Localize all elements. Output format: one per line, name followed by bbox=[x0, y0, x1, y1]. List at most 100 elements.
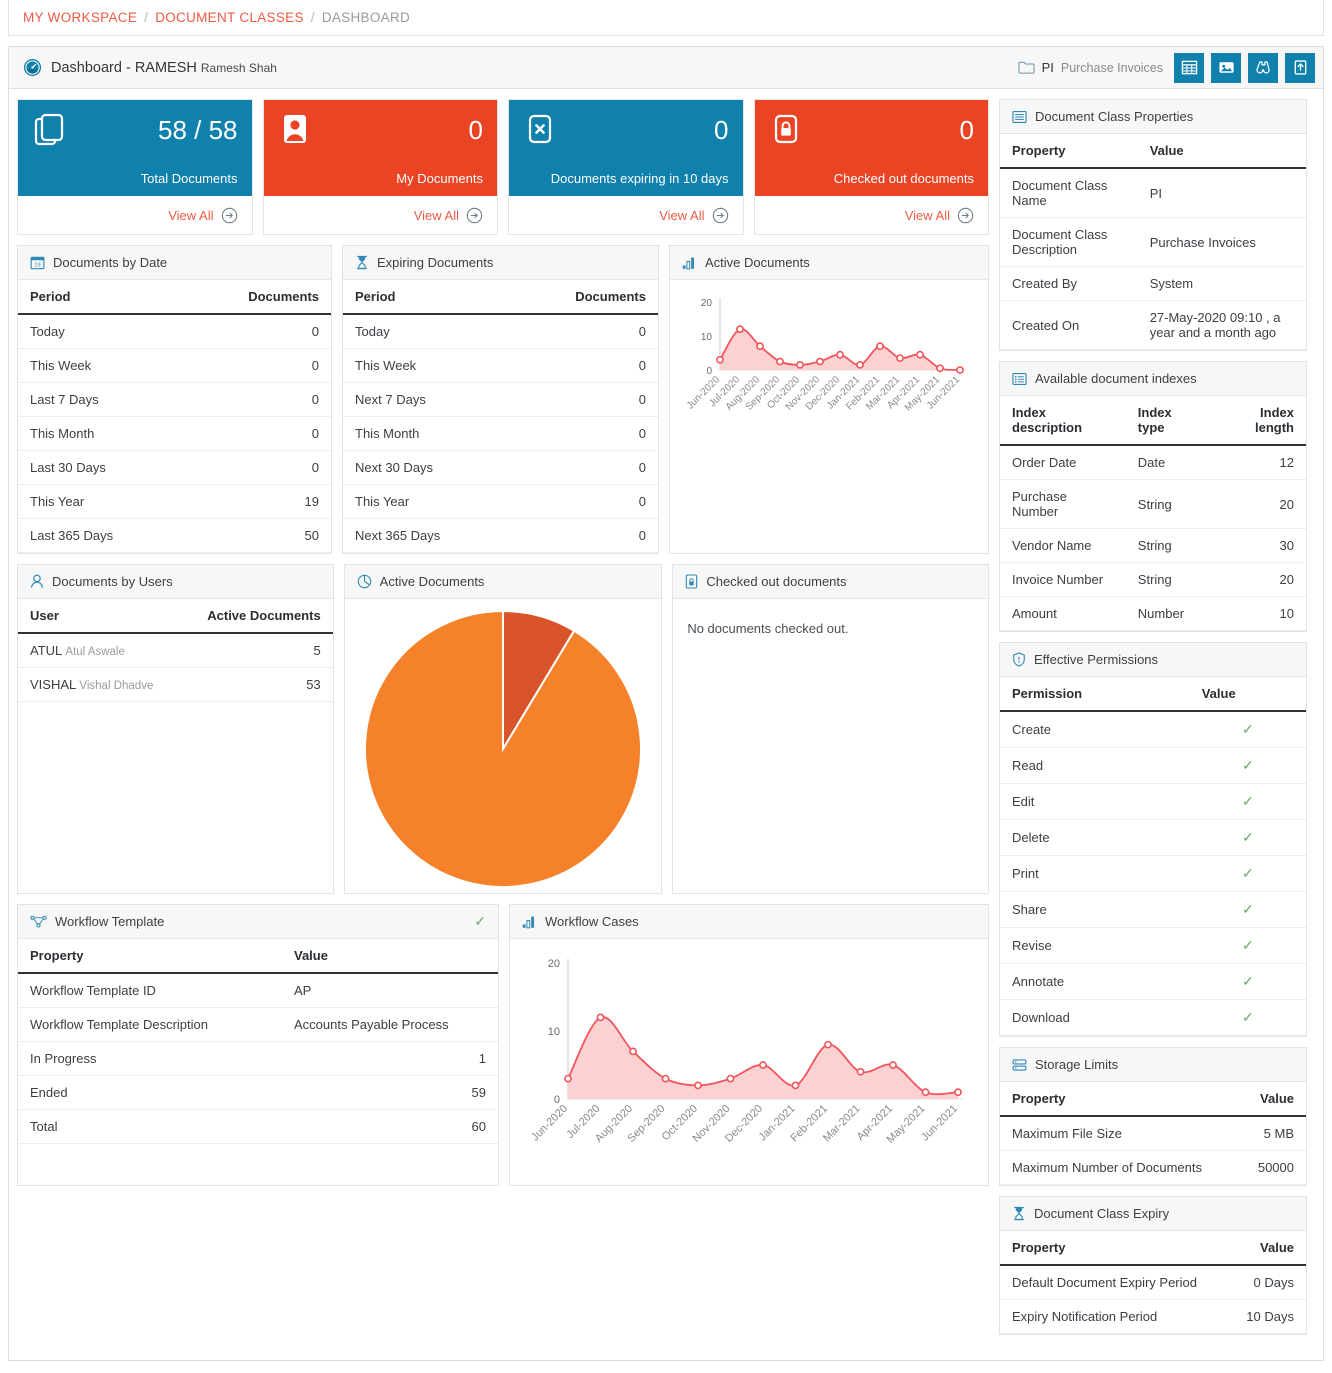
view-all-label: View All bbox=[168, 207, 214, 223]
table-row: Next 30 Days 0 bbox=[343, 450, 658, 485]
arrow-right-icon bbox=[712, 207, 729, 224]
breadcrumb-separator-1: / bbox=[144, 10, 149, 25]
card-title: Document Class Properties bbox=[1035, 109, 1194, 124]
value-cell: Purchase Invoices bbox=[1137, 217, 1306, 267]
view-all-expiring-documents[interactable]: View All bbox=[509, 196, 743, 234]
breadcrumb-my-workspace[interactable]: MY WORKSPACE bbox=[23, 10, 137, 25]
index-type-cell: String bbox=[1125, 562, 1212, 597]
table-row: This Month 0 bbox=[343, 416, 658, 451]
column-header-property: Property bbox=[18, 939, 282, 974]
property-cell: Expiry Notification Period bbox=[1000, 1299, 1228, 1334]
permission-granted: ✓ bbox=[1189, 711, 1306, 748]
table-row: Create ✓ bbox=[1000, 711, 1306, 748]
period-cell: Last 30 Days bbox=[18, 450, 185, 485]
card-active-documents-pie: Active Documents bbox=[343, 564, 663, 894]
table-row: Delete ✓ bbox=[1000, 819, 1306, 856]
count-cell: 0 bbox=[511, 450, 658, 485]
table-row: Document Class Name PI bbox=[1000, 168, 1306, 218]
dashboard-panel-header: Dashboard - RAMESH Ramesh Shah PI Purcha… bbox=[9, 47, 1323, 89]
card-effective-permissions: Effective Permissions Permission Value C… bbox=[999, 642, 1307, 1037]
card-title: Documents by Users bbox=[52, 574, 173, 589]
table-row: Last 7 Days 0 bbox=[18, 382, 332, 417]
count-cell: 0 bbox=[511, 314, 658, 349]
user-count: 53 bbox=[180, 667, 333, 702]
folder-code: PI bbox=[1041, 60, 1054, 75]
view-all-label: View All bbox=[904, 207, 950, 223]
property-cell: Default Document Expiry Period bbox=[1000, 1265, 1228, 1300]
view-all-my-documents[interactable]: View All bbox=[264, 196, 498, 234]
table-row: Document Class Description Purchase Invoi… bbox=[1000, 217, 1306, 267]
svg-text:Jun-2021: Jun-2021 bbox=[919, 1103, 960, 1144]
breadcrumb-document-classes[interactable]: DOCUMENT CLASSES bbox=[155, 10, 304, 25]
dashboard-side-column: Document Class Properties Property Value… bbox=[999, 99, 1307, 1345]
column-header-index-description: Index description bbox=[1000, 396, 1126, 446]
breadcrumb-dashboard: DASHBOARD bbox=[321, 10, 411, 25]
view-all-label: View All bbox=[659, 207, 705, 223]
binoculars-icon bbox=[1255, 59, 1272, 76]
count-cell: 50 bbox=[184, 518, 332, 553]
checked-out-empty-message: No documents checked out. bbox=[687, 621, 849, 636]
index-length-cell: 30 bbox=[1211, 528, 1306, 563]
index-length-cell: 20 bbox=[1211, 479, 1306, 529]
search-button[interactable] bbox=[1248, 52, 1278, 83]
index-type-cell: Number bbox=[1125, 596, 1212, 631]
period-cell: Next 7 Days bbox=[343, 382, 512, 417]
value-cell: 60 bbox=[282, 1109, 498, 1144]
check-icon: ✓ bbox=[1241, 829, 1254, 845]
property-cell: Maximum File Size bbox=[1000, 1116, 1239, 1151]
active-documents-pie-chart bbox=[345, 599, 662, 899]
period-cell: This Year bbox=[343, 484, 512, 519]
kpi-label: My Documents bbox=[396, 171, 483, 186]
check-icon: ✓ bbox=[1241, 757, 1254, 773]
period-cell: Last 7 Days bbox=[18, 382, 185, 417]
card-active-documents-line-chart: Active Documents 0 10 20 Jun-2020 Jul-2020 Au… bbox=[669, 245, 989, 554]
column-header-value: Value bbox=[1137, 134, 1306, 169]
upload-button[interactable] bbox=[1285, 52, 1315, 83]
card-documents-by-users: Documents by Users User Active Documents… bbox=[17, 564, 334, 894]
view-all-label: View All bbox=[413, 207, 459, 223]
value-cell: 0 Days bbox=[1227, 1265, 1306, 1300]
upload-icon bbox=[1292, 59, 1309, 76]
table-row: Print ✓ bbox=[1000, 855, 1306, 892]
permission-name: Edit bbox=[1000, 783, 1190, 820]
card-expiring-documents: Expiring Documents Period Documents Toda… bbox=[342, 245, 659, 554]
expiring-documents-table: Period Documents Today 0 This Week 0 Next … bbox=[343, 280, 658, 553]
card-title: Expiring Documents bbox=[377, 255, 494, 270]
svg-text:19: 19 bbox=[34, 263, 40, 269]
image-view-button[interactable] bbox=[1211, 52, 1241, 83]
table-row: Created By System bbox=[1000, 266, 1306, 301]
property-cell: Workflow Template ID bbox=[18, 973, 282, 1008]
grid-view-button[interactable] bbox=[1174, 52, 1204, 83]
table-row: Expiry Notification Period 10 Days bbox=[1000, 1299, 1306, 1334]
count-cell: 0 bbox=[184, 348, 332, 383]
card-available-document-indexes: Available document indexes Index descrip… bbox=[999, 361, 1307, 632]
kpi-value: 0 bbox=[468, 114, 483, 145]
value-cell: PI bbox=[1137, 168, 1306, 218]
table-row: This Week 0 bbox=[18, 348, 332, 383]
period-cell: Today bbox=[18, 314, 185, 349]
table-row: Total 60 bbox=[18, 1109, 498, 1144]
table-row: Edit ✓ bbox=[1000, 783, 1306, 820]
check-icon: ✓ bbox=[1241, 1009, 1254, 1025]
card-title: Workflow Template bbox=[55, 914, 165, 929]
table-row: Vendor Name String 30 bbox=[1000, 528, 1306, 563]
column-header-value: Value bbox=[1189, 677, 1306, 712]
permission-name: Delete bbox=[1000, 819, 1190, 856]
column-header-documents: Documents bbox=[511, 280, 658, 315]
kpi-card-expiring-documents: 0 Documents expiring in 10 days View All bbox=[508, 99, 744, 235]
count-cell: 19 bbox=[184, 484, 332, 519]
period-cell: Last 365 Days bbox=[18, 518, 185, 553]
storage-icon bbox=[1012, 1058, 1027, 1072]
check-icon: ✓ bbox=[1241, 901, 1254, 917]
table-row: Share ✓ bbox=[1000, 891, 1306, 928]
view-all-total-documents[interactable]: View All bbox=[18, 196, 252, 234]
table-row: In Progress 1 bbox=[18, 1041, 498, 1076]
svg-text:10: 10 bbox=[701, 332, 713, 343]
view-all-checked-out-documents[interactable]: View All bbox=[755, 196, 989, 234]
index-description-cell: Purchase Number bbox=[1000, 479, 1126, 529]
row-users-pie-checkedout: Documents by Users User Active Documents… bbox=[17, 564, 989, 904]
index-description-cell: Order Date bbox=[1000, 445, 1126, 480]
lock-small-icon bbox=[685, 574, 698, 589]
check-icon: ✓ bbox=[474, 913, 486, 929]
count-cell: 0 bbox=[511, 518, 658, 553]
